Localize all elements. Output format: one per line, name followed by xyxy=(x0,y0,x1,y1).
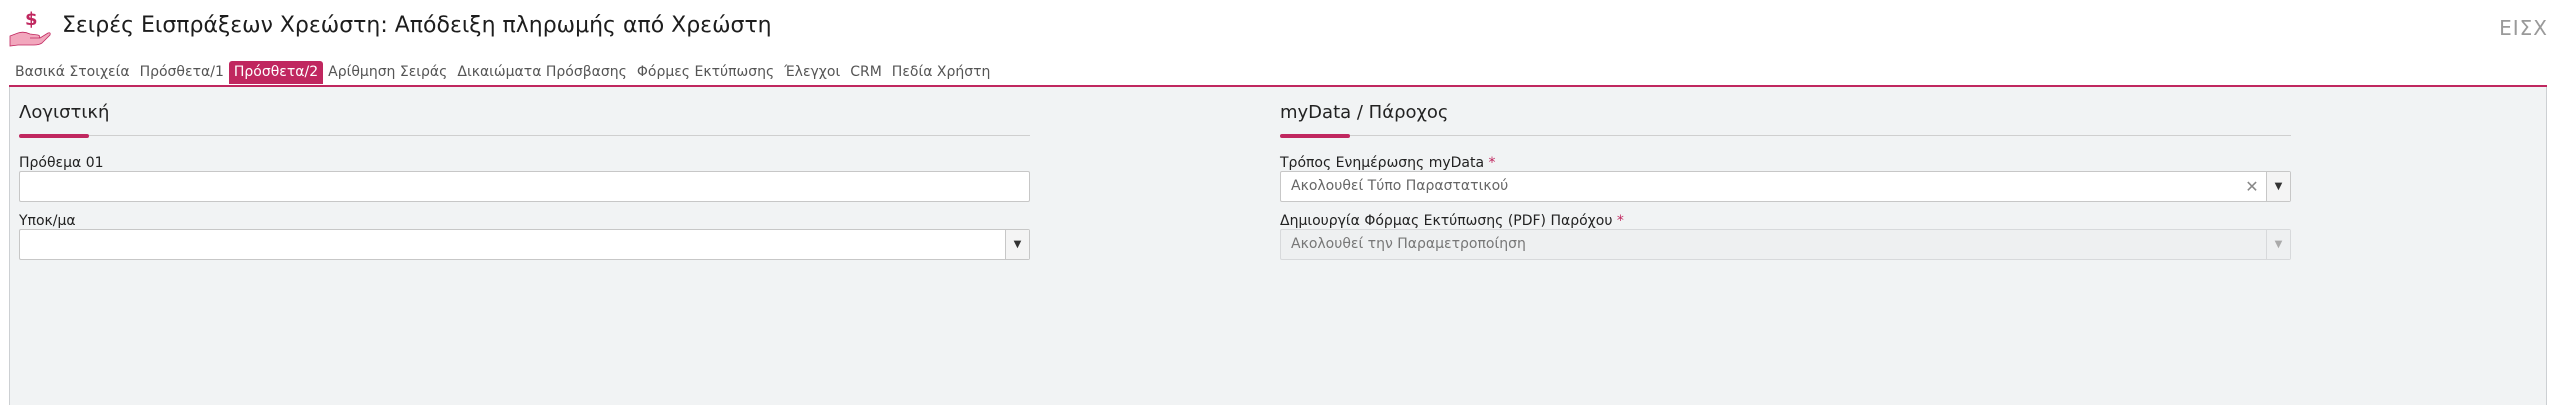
mydata-select[interactable]: Ακολουθεί Τύπο Παραστατικού ✕ ▼ xyxy=(1280,171,2291,202)
pdf-form-label: Δημιουργία Φόρμας Εκτύπωσης (PDF) Παρόχο… xyxy=(1280,213,1624,229)
chevron-down-icon[interactable]: ▼ xyxy=(1005,230,1029,259)
chevron-down-icon[interactable]: ▼ xyxy=(2266,172,2290,201)
required-mark: * xyxy=(1488,155,1496,171)
section-title-accounting: Λογιστική xyxy=(19,102,110,123)
hand-money-icon: $ xyxy=(9,9,51,47)
tab-additional-1[interactable]: Πρόσθετα/1 xyxy=(135,61,229,84)
section-rule xyxy=(19,135,1030,136)
section-accent xyxy=(19,134,89,138)
tab-print-forms[interactable]: Φόρμες Εκτύπωσης xyxy=(632,61,779,84)
mydata-label: Τρόπος Ενημέρωσης myData * xyxy=(1280,155,1496,171)
page-header: $ Σειρές Εισπράξεων Χρεώστη: Απόδειξη πλ… xyxy=(0,0,2556,58)
required-mark: * xyxy=(1616,213,1624,229)
pdf-form-select: Ακολουθεί την Παραμετροποίηση ▼ xyxy=(1280,229,2291,260)
tab-series-numbering[interactable]: Αρίθμηση Σειράς xyxy=(323,61,452,84)
mydata-label-text: Τρόπος Ενημέρωσης myData xyxy=(1280,155,1485,171)
branch-select[interactable]: ▼ xyxy=(19,229,1030,260)
mydata-select-value: Ακολουθεί Τύπο Παραστατικού xyxy=(1291,178,1509,194)
branch-label: Υποκ/μα xyxy=(19,213,76,229)
section-accent xyxy=(1280,134,1350,138)
pdf-form-select-value: Ακολουθεί την Παραμετροποίηση xyxy=(1291,236,1526,252)
section-rule xyxy=(1280,135,2291,136)
tab-basic-info[interactable]: Βασικά Στοιχεία xyxy=(10,61,135,84)
svg-text:$: $ xyxy=(25,9,38,30)
tab-additional-2[interactable]: Πρόσθετα/2 xyxy=(228,61,324,84)
chevron-down-icon: ▼ xyxy=(2266,230,2290,259)
pdf-form-label-text: Δημιουργία Φόρμας Εκτύπωσης (PDF) Παρόχο… xyxy=(1280,213,1613,229)
tab-bar: Βασικά Στοιχεία Πρόσθετα/1 Πρόσθετα/2 Αρ… xyxy=(10,60,995,85)
tab-checks[interactable]: Έλεγχοι xyxy=(779,61,845,84)
series-code: ΕΙΣΧ xyxy=(2499,16,2548,40)
tab-user-fields[interactable]: Πεδία Χρήστη xyxy=(887,61,996,84)
prefix-input[interactable] xyxy=(30,172,1029,201)
section-title-mydata: myData / Πάροχος xyxy=(1280,102,1449,123)
clear-icon[interactable]: ✕ xyxy=(2244,172,2260,201)
page-title: Σειρές Εισπράξεων Χρεώστη: Απόδειξη πληρ… xyxy=(62,13,772,38)
form-panel: Λογιστική Πρόθεμα 01 Υποκ/μα ▼ myData / … xyxy=(9,87,2547,405)
prefix-label: Πρόθεμα 01 xyxy=(19,155,104,171)
tab-crm[interactable]: CRM xyxy=(845,61,887,84)
prefix-input-wrapper xyxy=(19,171,1030,202)
tab-access-rights[interactable]: Δικαιώματα Πρόσβασης xyxy=(452,61,631,84)
